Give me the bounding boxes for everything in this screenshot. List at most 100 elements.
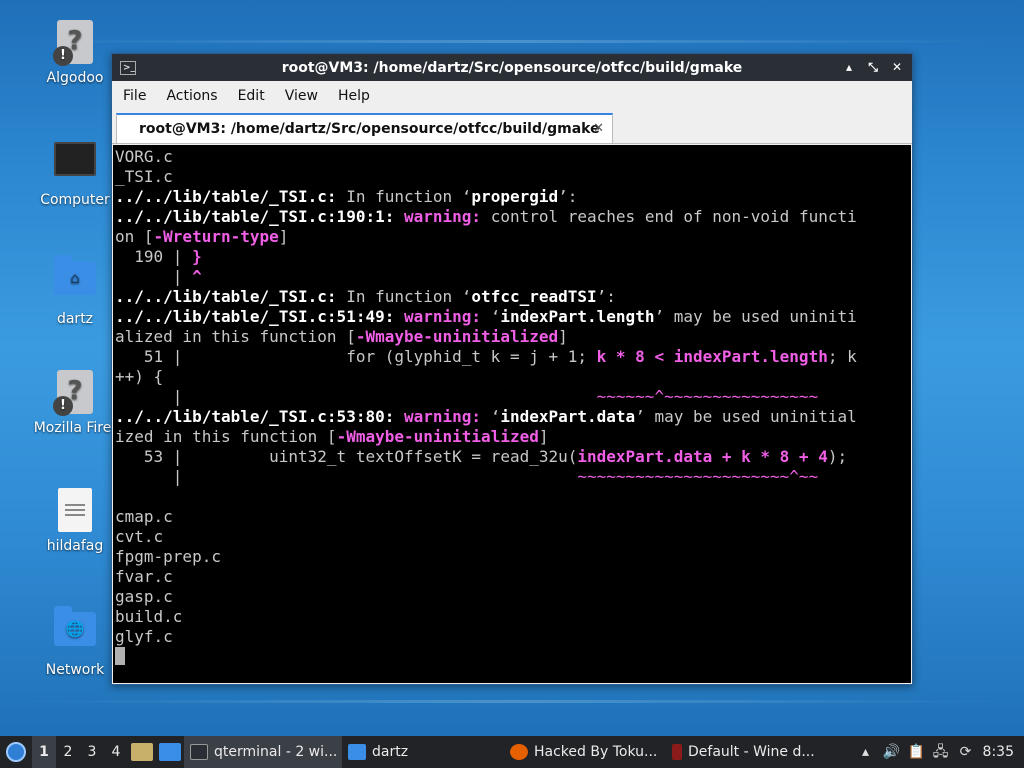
tab-terminal[interactable]: root@VM3: /home/dartz/Src/opensource/otf…: [116, 113, 613, 143]
terminal-line: ../../lib/table/_TSI.c:190:1: warning: c…: [115, 207, 911, 227]
terminal-text: ’:: [558, 187, 578, 206]
desktop-icon-dartz[interactable]: ⌂ dartz: [25, 253, 125, 327]
arrow-up-icon[interactable]: ▴: [858, 744, 874, 760]
unknown-file-icon: !: [53, 370, 97, 416]
unknown-file-icon: !: [53, 20, 97, 66]
terminal-text: 190 |: [115, 247, 193, 266]
workspace-2[interactable]: 2: [56, 744, 80, 760]
terminal-text: cmap.c: [115, 507, 173, 526]
task-label: dartz: [372, 744, 409, 760]
desktop-icon-label: Computer: [40, 192, 110, 208]
terminal-line: 53 | uint32_t textOffsetK = read_32u(ind…: [115, 447, 911, 467]
terminal-text: ../../lib/table/_TSI.c:190:1:: [115, 207, 395, 226]
terminal-text: -Wmaybe-uninitialized: [336, 427, 539, 446]
system-tray: ▴ 🔊 📋 🖧 ⟳ 8:35: [858, 744, 1024, 760]
minimize-button[interactable]: ▴: [842, 60, 856, 75]
task-label: Hacked By Toku...: [534, 744, 658, 760]
network-icon[interactable]: 🖧: [933, 744, 949, 760]
tab-label: root@VM3: /home/dartz/Src/opensource/otf…: [139, 121, 600, 137]
terminal-output[interactable]: VORG.c _TSI.c ../../lib/table/_TSI.c: In f…: [113, 145, 911, 683]
workspace-3[interactable]: 3: [80, 744, 104, 760]
desktop-icon-network[interactable]: 🌐 Network: [25, 604, 125, 678]
terminal-text: _TSI.c: [115, 167, 173, 186]
terminal-text: ‘: [481, 307, 501, 326]
workspace-1[interactable]: 1: [32, 736, 56, 768]
terminal-line: alized in this function [-Wmaybe-uniniti…: [115, 327, 911, 347]
task-wine[interactable]: Default - Wine d...: [666, 736, 828, 768]
terminal-line: glyf.c: [115, 627, 911, 647]
window-controls: ▴ ⤡ ✕: [842, 60, 904, 75]
task-firefox[interactable]: Hacked By Toku...: [504, 736, 666, 768]
menu-actions[interactable]: Actions: [156, 88, 227, 104]
clipboard-icon[interactable]: 📋: [908, 744, 925, 760]
terminal-line: ../../lib/table/_TSI.c:53:80: warning: ‘…: [115, 407, 911, 427]
terminal-text: indexPart.data + k * 8 + 4: [577, 447, 828, 466]
terminal-icon: [190, 744, 208, 760]
terminal-text: warning:: [404, 307, 482, 326]
terminal-text: control reaches end of non-void functi: [481, 207, 857, 226]
terminal-text: k * 8 < indexPart.length: [596, 347, 828, 366]
clock[interactable]: 8:35: [983, 744, 1014, 760]
taskbar: 1 2 3 4 qterminal - 2 wi... dartz Hacked…: [0, 736, 1024, 768]
window-title: root@VM3: /home/dartz/Src/opensource/otf…: [281, 59, 743, 76]
terminal-text: ../../lib/table/_TSI.c:: [115, 287, 337, 306]
terminal-text: |: [115, 267, 193, 286]
home-folder-icon: ⌂: [53, 255, 97, 307]
lubuntu-logo-icon: [6, 742, 26, 762]
desktop-icon-computer[interactable]: Computer: [25, 136, 125, 208]
text-document-icon: [53, 488, 97, 534]
terminal-text: VORG.c: [115, 147, 173, 166]
file-manager-icon[interactable]: [159, 743, 181, 761]
terminal-text: cvt.c: [115, 527, 164, 546]
terminal-line: on [-Wreturn-type]: [115, 227, 911, 247]
show-desktop-icon[interactable]: [131, 743, 153, 761]
terminal-line: VORG.c: [115, 147, 911, 167]
menu-help[interactable]: Help: [328, 88, 380, 104]
terminal-line: ../../lib/table/_TSI.c: In function ‘otf…: [115, 287, 911, 307]
desktop-icon-label: hildafag: [46, 538, 104, 554]
menu-edit[interactable]: Edit: [228, 88, 275, 104]
tab-close-button[interactable]: ✕: [593, 121, 604, 136]
desktop-icon-firefox[interactable]: ! Mozilla Firef: [25, 370, 125, 436]
terminal-text: warning:: [404, 207, 482, 226]
terminal-line: | ~~~~~~~~~~~~~~~~~~~~~~^~~: [115, 467, 911, 487]
terminal-line: cvt.c: [115, 527, 911, 547]
terminal-text: }: [192, 247, 202, 266]
window-titlebar[interactable]: >_ root@VM3: /home/dartz/Src/opensource/…: [112, 54, 912, 81]
terminal-text: In function ‘: [336, 187, 472, 206]
tab-bar: root@VM3: /home/dartz/Src/opensource/otf…: [112, 111, 912, 144]
task-qterminal[interactable]: qterminal - 2 wi...: [184, 736, 342, 768]
wallpaper-wave: [0, 40, 1024, 43]
terminal-text: 51 | for (glyphid_t k = j + 1;: [115, 347, 597, 366]
desktop-icon-hildafag[interactable]: hildafag: [25, 488, 125, 554]
terminal-text: fvar.c: [115, 567, 173, 586]
terminal-text: ~~~~~~~~~~~~~~~~~~~~~~^~~: [577, 467, 819, 486]
terminal-text: ++) {: [115, 367, 164, 386]
close-button[interactable]: ✕: [890, 60, 904, 75]
maximize-button[interactable]: ⤡: [866, 60, 880, 75]
terminal-text: In function ‘: [336, 287, 472, 306]
terminal-text: -Wreturn-type: [153, 227, 279, 246]
desktop-icon-label: Algodoo: [46, 70, 104, 86]
terminal-text: ~~~~~~^~~~~~~~~~~~~~~~~: [596, 387, 819, 406]
terminal-line: 51 | for (glyphid_t k = j + 1; k * 8 < i…: [115, 347, 911, 367]
start-menu-button[interactable]: [0, 736, 32, 768]
menu-file[interactable]: File: [112, 88, 156, 104]
task-dartz[interactable]: dartz: [342, 736, 504, 768]
update-icon[interactable]: ⟳: [958, 744, 974, 760]
desktop-icon-algodoo[interactable]: ! Algodoo: [25, 20, 125, 86]
terminal-line: ++) {: [115, 367, 911, 387]
terminal-text: |: [115, 387, 597, 406]
workspace-4[interactable]: 4: [104, 744, 128, 760]
menu-view[interactable]: View: [275, 88, 328, 104]
folder-icon: [348, 744, 366, 760]
task-label: qterminal - 2 wi...: [214, 744, 338, 760]
terminal-text: ]: [538, 427, 549, 446]
terminal-line: | ~~~~~~^~~~~~~~~~~~~~~~~: [115, 387, 911, 407]
wine-glass-icon: [672, 744, 682, 760]
volume-icon[interactable]: 🔊: [883, 744, 900, 760]
network-folder-icon: 🌐: [53, 606, 97, 658]
terminal-text: ../../lib/table/_TSI.c:51:49:: [115, 307, 395, 326]
